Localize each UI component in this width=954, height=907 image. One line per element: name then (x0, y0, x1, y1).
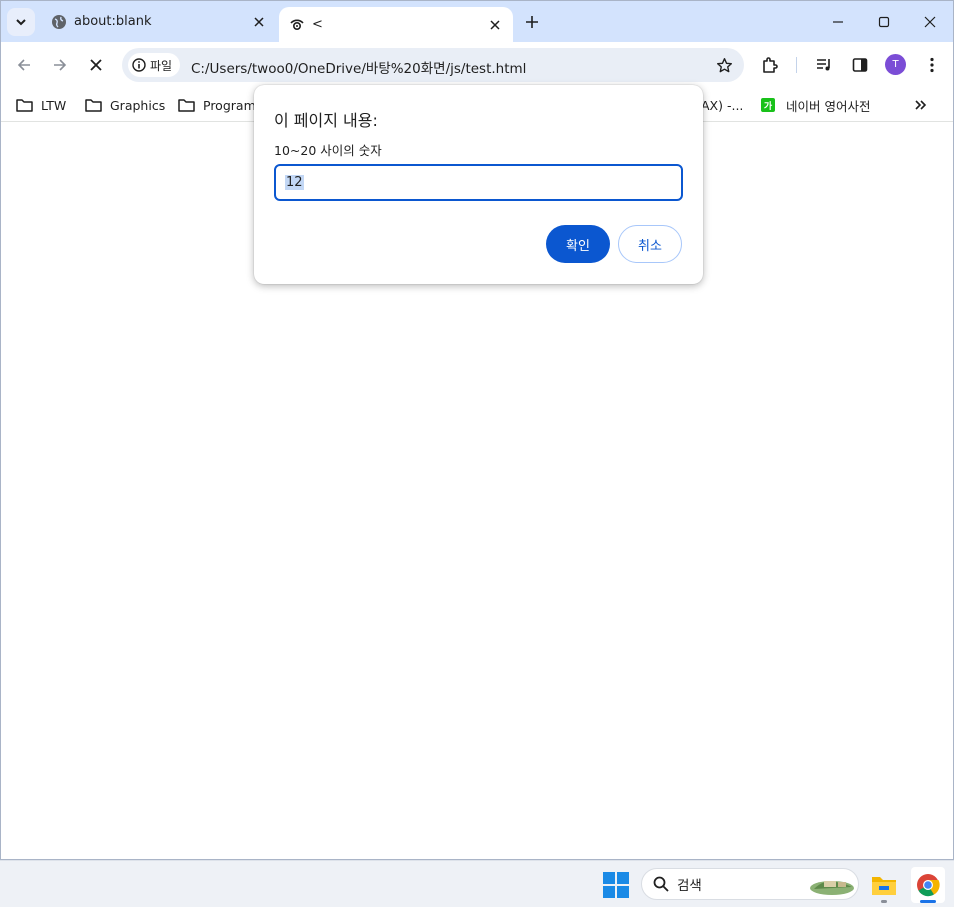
cancel-button[interactable]: 취소 (618, 225, 682, 263)
browser-window: about:blank < 파일 C:/Users/twoo0/OneDrive… (0, 0, 954, 860)
address-bar[interactable]: 파일 C:/Users/twoo0/OneDrive/바탕%20화면/js/te… (122, 48, 744, 82)
folder-icon (85, 97, 103, 113)
double-chevron-right-icon (915, 100, 927, 110)
globe-icon (51, 14, 67, 30)
search-icon (653, 876, 669, 892)
loading-icon (289, 17, 305, 33)
search-highlight-art-icon (806, 873, 854, 897)
toolbar-divider (796, 57, 797, 73)
taskbar-chrome[interactable] (911, 867, 945, 903)
dialog-title: 이 페이지 내용: (274, 111, 378, 130)
toolbar: 파일 C:/Users/twoo0/OneDrive/바탕%20화면/js/te… (1, 42, 953, 88)
tab-test-html[interactable]: < (279, 7, 513, 42)
bookmark-tax[interactable]: AX) -... (701, 94, 743, 116)
taskbar: 검색 (0, 860, 954, 907)
bookmark-star-button[interactable] (714, 55, 734, 75)
active-indicator (920, 900, 936, 903)
star-icon (716, 57, 732, 72)
naver-dictionary-icon: 가 (761, 97, 779, 113)
close-window-button[interactable] (907, 1, 953, 42)
side-panel-button[interactable] (846, 51, 874, 79)
ok-button[interactable]: 확인 (546, 225, 610, 263)
bookmark-label: Graphics (110, 97, 166, 113)
close-icon[interactable] (251, 14, 267, 30)
close-icon (90, 59, 102, 71)
minimize-icon (833, 20, 843, 23)
tab-title: about:blank (74, 14, 152, 29)
prompt-dialog: 이 페이지 내용: 10~20 사이의 숫자 12 확인 취소 (254, 85, 703, 284)
prompt-input[interactable]: 12 (274, 164, 683, 201)
back-button[interactable] (10, 51, 38, 79)
maximize-button[interactable] (861, 1, 907, 42)
chrome-icon (917, 874, 940, 897)
bookmark-folder-ltw[interactable]: LTW (16, 94, 66, 116)
folder-icon (178, 97, 196, 113)
stop-loading-button[interactable] (82, 51, 110, 79)
taskbar-search-box[interactable]: 검색 (641, 868, 859, 900)
bookmark-naver-dictionary[interactable]: 가 네이버 영어사전 (761, 94, 870, 116)
minimize-button[interactable] (815, 1, 861, 42)
new-tab-button[interactable] (519, 9, 545, 35)
info-icon (132, 58, 146, 72)
tab-strip: about:blank < (1, 1, 953, 42)
profile-avatar[interactable]: T (885, 54, 906, 75)
taskbar-file-explorer[interactable] (867, 867, 901, 903)
menu-button[interactable] (918, 51, 946, 79)
extensions-button[interactable] (756, 51, 784, 79)
site-info-chip[interactable]: 파일 (128, 53, 181, 77)
close-icon (924, 16, 936, 27)
close-icon[interactable] (487, 17, 503, 33)
windows-start-icon[interactable] (603, 872, 629, 898)
tab-title: < (312, 17, 323, 32)
arrow-left-icon (17, 59, 30, 71)
bookmarks-overflow-button[interactable] (914, 94, 928, 116)
more-vertical-icon (930, 57, 934, 73)
bookmark-label: 네이버 영어사전 (786, 98, 871, 114)
running-indicator (881, 900, 887, 903)
puzzle-icon (763, 57, 778, 73)
chip-label: 파일 (150, 58, 173, 73)
prompt-input-value: 12 (285, 175, 304, 190)
folder-icon (16, 97, 34, 113)
bookmark-label: LTW (41, 97, 67, 113)
arrow-right-icon (54, 59, 67, 71)
maximize-icon (878, 16, 890, 27)
media-control-button[interactable] (810, 51, 838, 79)
tab-search-button[interactable] (7, 8, 35, 36)
tab-about-blank[interactable]: about:blank (41, 1, 277, 42)
playlist-icon (817, 59, 830, 71)
bookmark-folder-graphics[interactable]: Graphics (85, 94, 165, 116)
bookmark-label: AX) -... (701, 97, 744, 113)
plus-icon (526, 16, 538, 28)
url-text[interactable]: C:/Users/twoo0/OneDrive/바탕%20화면/js/test.… (191, 57, 526, 77)
forward-button[interactable] (46, 51, 74, 79)
side-panel-icon (852, 58, 868, 72)
taskbar-search-label: 검색 (677, 878, 702, 894)
dialog-message: 10~20 사이의 숫자 (274, 143, 382, 158)
folder-icon (872, 877, 896, 895)
chevron-down-icon (16, 19, 26, 26)
